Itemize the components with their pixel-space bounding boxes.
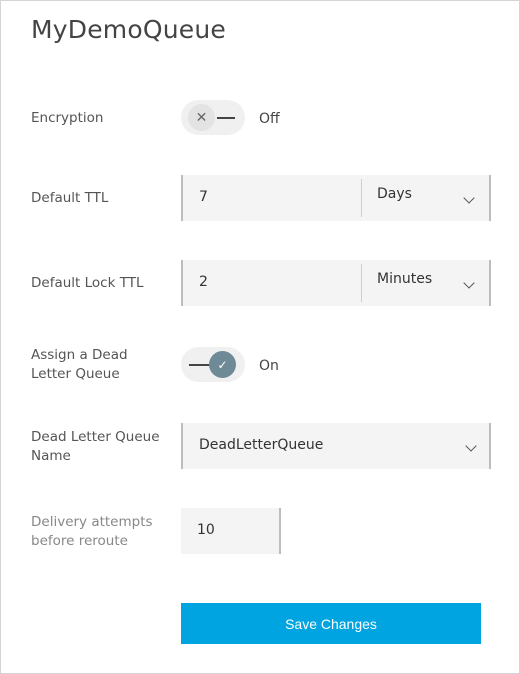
delivery-attempts-field: 10 [181,508,281,554]
dead-letter-name-select[interactable]: DeadLetterQueue [181,423,491,469]
check-icon: ✓ [209,351,236,378]
default-ttl-field: 7 Days [181,175,491,221]
toggle-track [217,117,235,119]
delivery-attempts-label: Delivery attempts before reroute [31,514,153,549]
save-button[interactable]: Save Changes [181,603,481,644]
chevron-down-icon[interactable] [465,440,477,452]
default-ttl-input[interactable]: 7 [199,189,208,205]
dead-letter-name-label: Dead Letter Queue Name [31,429,160,464]
encryption-toggle[interactable]: ✕ [181,100,245,135]
encryption-label: Encryption [31,110,104,126]
toggle-track [189,364,211,366]
default-lock-ttl-unit-select[interactable]: Minutes [377,271,432,287]
dead-letter-state: On [259,358,279,374]
default-lock-ttl-label: Default Lock TTL [31,275,144,291]
page-title: MyDemoQueue [31,15,226,44]
dead-letter-toggle[interactable]: ✓ [181,347,245,382]
field-divider [361,179,362,217]
close-icon: ✕ [188,104,215,131]
field-divider [361,264,362,302]
default-ttl-unit-select[interactable]: Days [377,186,412,202]
chevron-down-icon[interactable] [463,277,475,289]
chevron-down-icon[interactable] [463,192,475,204]
default-lock-ttl-input[interactable]: 2 [199,274,208,290]
default-ttl-label: Default TTL [31,190,109,206]
delivery-attempts-input[interactable]: 10 [197,522,215,538]
default-lock-ttl-field: 2 Minutes [181,260,491,306]
queue-settings-panel: MyDemoQueue Encryption ✕ Off Default TTL… [0,0,520,674]
dead-letter-label: Assign a Dead Letter Queue [31,347,128,382]
dead-letter-name-value: DeadLetterQueue [199,437,324,453]
encryption-state: Off [259,111,280,127]
